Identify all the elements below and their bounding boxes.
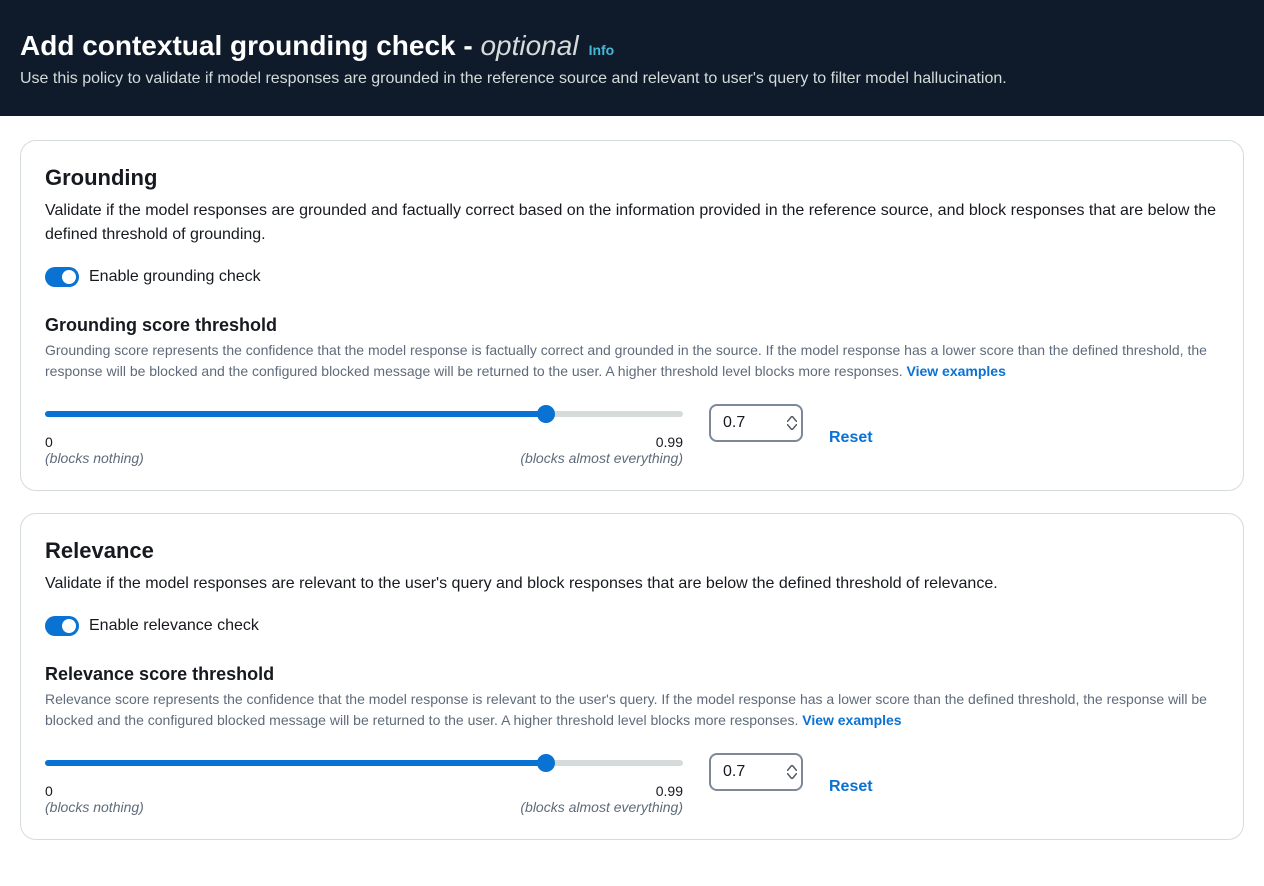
slider-max-label: 0.99 — [656, 434, 683, 450]
slider-max-label: 0.99 — [656, 783, 683, 799]
grounding-description: Validate if the model responses are grou… — [45, 199, 1219, 247]
page-title-main: Add contextual grounding check - — [20, 30, 480, 61]
slider-min-label: 0 — [45, 434, 144, 450]
info-link[interactable]: Info — [589, 42, 615, 58]
slider-min-hint: (blocks nothing) — [45, 799, 144, 815]
enable-grounding-label: Enable grounding check — [89, 268, 261, 286]
slider-knob-icon[interactable] — [537, 754, 555, 772]
relevance-threshold-slider[interactable] — [45, 753, 683, 773]
toggle-knob-icon — [62, 270, 76, 284]
slider-min-hint: (blocks nothing) — [45, 450, 144, 466]
enable-grounding-toggle[interactable] — [45, 267, 79, 287]
relevance-description: Validate if the model responses are rele… — [45, 572, 1219, 596]
enable-relevance-label: Enable relevance check — [89, 617, 259, 635]
page-title-optional: optional — [480, 30, 578, 61]
slider-max-hint: (blocks almost everything) — [520, 450, 683, 466]
grounding-reset-button[interactable]: Reset — [829, 429, 873, 447]
relevance-view-examples-link[interactable]: View examples — [802, 712, 901, 728]
relevance-reset-button[interactable]: Reset — [829, 778, 873, 796]
slider-min-label: 0 — [45, 783, 144, 799]
page-header: Add contextual grounding check - optiona… — [0, 0, 1264, 116]
chevron-up-icon[interactable] — [787, 765, 797, 771]
slider-knob-icon[interactable] — [537, 405, 555, 423]
relevance-threshold-description: Relevance score represents the confidenc… — [45, 689, 1219, 731]
toggle-knob-icon — [62, 619, 76, 633]
relevance-threshold-title: Relevance score threshold — [45, 664, 1219, 685]
grounding-title: Grounding — [45, 165, 1219, 191]
grounding-view-examples-link[interactable]: View examples — [907, 363, 1006, 379]
grounding-panel: Grounding Validate if the model response… — [20, 140, 1244, 491]
relevance-slider-scale: 0 (blocks nothing) 0.99 (blocks almost e… — [45, 783, 683, 815]
slider-fill — [45, 760, 546, 766]
chevron-down-icon[interactable] — [787, 773, 797, 779]
grounding-threshold-description: Grounding score represents the confidenc… — [45, 340, 1219, 382]
chevron-up-icon[interactable] — [787, 416, 797, 422]
grounding-slider-scale: 0 (blocks nothing) 0.99 (blocks almost e… — [45, 434, 683, 466]
grounding-threshold-slider[interactable] — [45, 404, 683, 424]
relevance-panel: Relevance Validate if the model response… — [20, 513, 1244, 840]
relevance-threshold-stepper[interactable] — [787, 765, 797, 779]
relevance-title: Relevance — [45, 538, 1219, 564]
enable-relevance-toggle[interactable] — [45, 616, 79, 636]
page-description: Use this policy to validate if model res… — [20, 70, 1244, 88]
slider-fill — [45, 411, 546, 417]
slider-max-hint: (blocks almost everything) — [520, 799, 683, 815]
grounding-threshold-title: Grounding score threshold — [45, 315, 1219, 336]
chevron-down-icon[interactable] — [787, 424, 797, 430]
grounding-threshold-stepper[interactable] — [787, 416, 797, 430]
page-title: Add contextual grounding check - optiona… — [20, 30, 579, 62]
